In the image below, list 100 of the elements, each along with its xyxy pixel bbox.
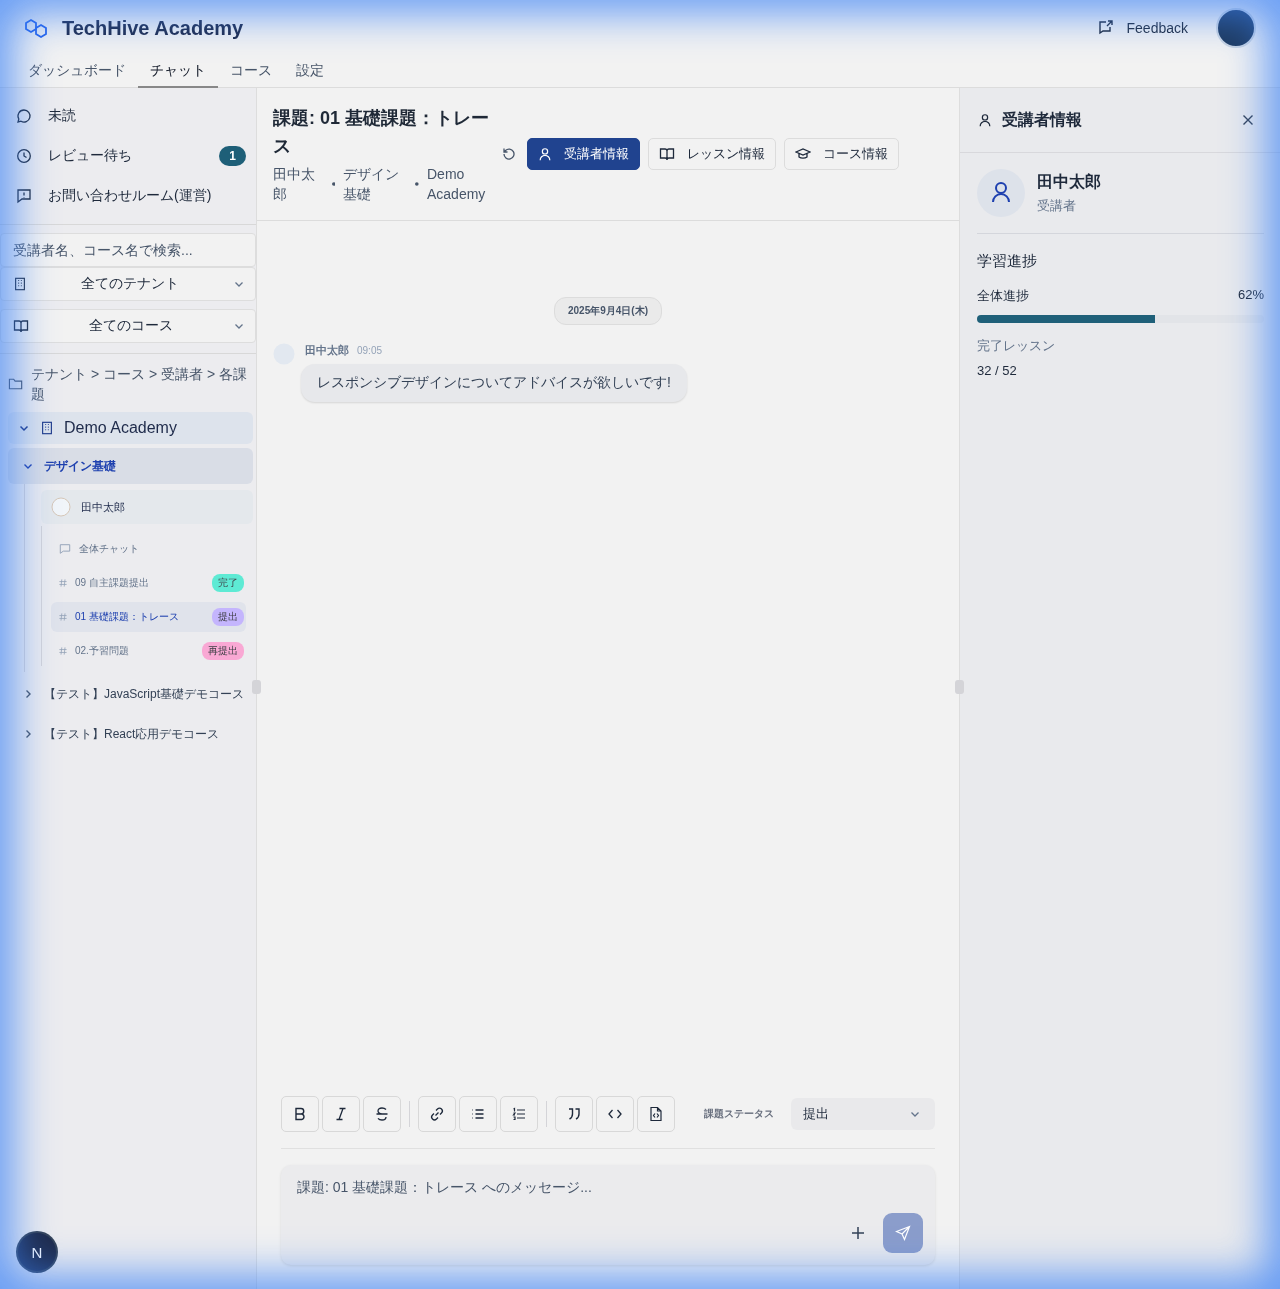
search-field[interactable]: 受講者名、コース名で検索... [0, 233, 256, 267]
info-button[interactable]: 受講者情報 [527, 138, 640, 170]
user-icon [978, 113, 992, 127]
filter-dropdown[interactable]: 全てのコース [0, 309, 256, 343]
filter-value: 全てのテナント [80, 275, 180, 293]
meta-text: Demo Academy [427, 165, 487, 204]
student-name: 田中太郎 [1037, 171, 1101, 192]
chat-bubble-icon [59, 543, 71, 555]
meta-text: デザイン基礎 [343, 165, 401, 204]
student-label: 田中太郎 [81, 499, 125, 515]
course-row[interactable]: 【テスト】React応用デモコース [8, 716, 253, 752]
building-icon [13, 277, 27, 291]
channel-label: 01 基礎課題：トレース [75, 610, 180, 624]
sidebar-item[interactable]: お問い合わせルーム(運営) [0, 176, 256, 216]
strikethrough-button[interactable] [363, 1096, 401, 1132]
hash-icon [59, 613, 67, 621]
student-row[interactable]: 田中太郎 [41, 490, 253, 524]
bold-button[interactable] [281, 1096, 319, 1132]
filter-value: 全てのコース [88, 317, 174, 335]
app-title: TechHive Academy [62, 16, 244, 40]
message-bubble: レスポンシブデザインについてアドバイスが欲しいです! [301, 364, 687, 402]
student-role: 受講者 [1037, 196, 1077, 215]
channel-label: 全体チャット [79, 542, 140, 556]
chat-bubble-icon [16, 108, 32, 124]
link-button[interactable] [418, 1096, 456, 1132]
tree-hint: テナント > コース > 受講者 > 各課題 [31, 365, 248, 404]
channel-label: 02.予習問題 [75, 644, 130, 658]
course-row[interactable]: デザイン基礎 [8, 448, 253, 484]
course-row[interactable]: 【テスト】JavaScript基礎デモコース [8, 676, 253, 712]
bold-icon [292, 1106, 308, 1122]
date-divider: 2025年9月4日(木) [554, 297, 662, 325]
add-icon[interactable] [851, 1226, 865, 1240]
channel-label: 09 自主課題提出 [75, 576, 150, 590]
status-dropdown[interactable]: 提出 [791, 1098, 935, 1130]
user-avatar[interactable]: N [18, 1233, 56, 1271]
sidebar-item[interactable]: レビュー待ち 1 [0, 136, 256, 176]
message-author: 田中太郎 [305, 343, 349, 358]
quote-icon [566, 1106, 582, 1122]
send-icon [895, 1225, 911, 1241]
numbered-list-icon [511, 1106, 527, 1122]
quote-button[interactable] [555, 1096, 593, 1132]
meta-text: 田中太郎 [273, 165, 316, 204]
channel-item[interactable]: 02.予習問題 再提出 [51, 636, 246, 666]
status-label: 課題ステータス [704, 1107, 774, 1121]
avatar-icon[interactable] [1216, 8, 1256, 48]
progress-reading: 62% [1237, 287, 1264, 304]
course-label: 【テスト】JavaScript基礎デモコース [44, 685, 245, 703]
message-field[interactable]: 課題: 01 基礎課題：トレース へのメッセージ... [281, 1165, 935, 1265]
separator-dot [415, 182, 419, 186]
sidebar-item[interactable]: 未読 [0, 96, 256, 136]
clock-icon [16, 148, 32, 164]
numbered-list-button[interactable] [500, 1096, 538, 1132]
strikethrough-icon [374, 1106, 390, 1122]
completed-label: 完了レッスン [977, 337, 1056, 355]
book-icon [13, 318, 29, 334]
nav-tab[interactable]: 設定 [284, 56, 336, 88]
user-avatar-icon [977, 169, 1025, 217]
hash-icon [59, 579, 67, 587]
count-badge: 1 [219, 146, 246, 166]
hash-icon [59, 647, 67, 655]
refresh-icon[interactable] [501, 146, 517, 162]
status-badge: 提出 [212, 608, 244, 626]
folder-icon [8, 376, 24, 392]
sidebar-item-label: レビュー待ち [48, 147, 133, 165]
nav-tab[interactable]: コース [218, 56, 284, 88]
filter-dropdown[interactable]: 全てのテナント [0, 267, 256, 301]
sidebar-item-label: お問い合わせルーム(運営) [48, 187, 213, 205]
status-badge: 完了 [212, 574, 244, 592]
separator-dot [331, 182, 336, 186]
info-button[interactable]: レッスン情報 [648, 138, 776, 170]
channel-item[interactable]: 09 自主課題提出 完了 [51, 568, 246, 598]
code-file-icon [648, 1106, 664, 1122]
avatar-icon [51, 497, 71, 517]
logo-icon [24, 18, 50, 38]
completed-value: 32 / 52 [977, 363, 1018, 378]
course-label: デザイン基礎 [44, 457, 116, 475]
panel-title: 受講者情報 [1002, 109, 1082, 130]
graduation-cap-icon [795, 146, 811, 162]
feedback-button[interactable]: Feedback [1090, 19, 1194, 37]
user-icon [538, 147, 552, 161]
message-time: 09:05 [357, 345, 383, 356]
status-badge: 再提出 [202, 642, 244, 660]
sidebar-item-label: 未読 [48, 107, 77, 125]
channel-item[interactable]: 01 基礎課題：トレース 提出 [51, 602, 246, 632]
info-button[interactable]: コース情報 [784, 138, 899, 170]
resize-handle[interactable] [252, 680, 261, 694]
chat-title: 課題: 01 基礎課題：トレース [273, 107, 491, 158]
code-file-button[interactable] [637, 1096, 675, 1132]
link-icon [429, 1106, 445, 1122]
status-value: 提出 [803, 1105, 829, 1123]
nav-tab[interactable]: ダッシュボード [16, 56, 138, 88]
close-icon[interactable] [1242, 114, 1254, 126]
progress-label: 全体進捗 [977, 287, 1029, 305]
message-alert-icon [16, 188, 32, 204]
section-title: 学習進捗 [977, 252, 1038, 271]
external-link-icon [1096, 20, 1113, 36]
channel-item[interactable]: 全体チャット [51, 534, 246, 564]
building-icon [40, 421, 54, 435]
bullet-list-button[interactable] [459, 1096, 497, 1132]
resize-handle[interactable] [955, 680, 964, 694]
